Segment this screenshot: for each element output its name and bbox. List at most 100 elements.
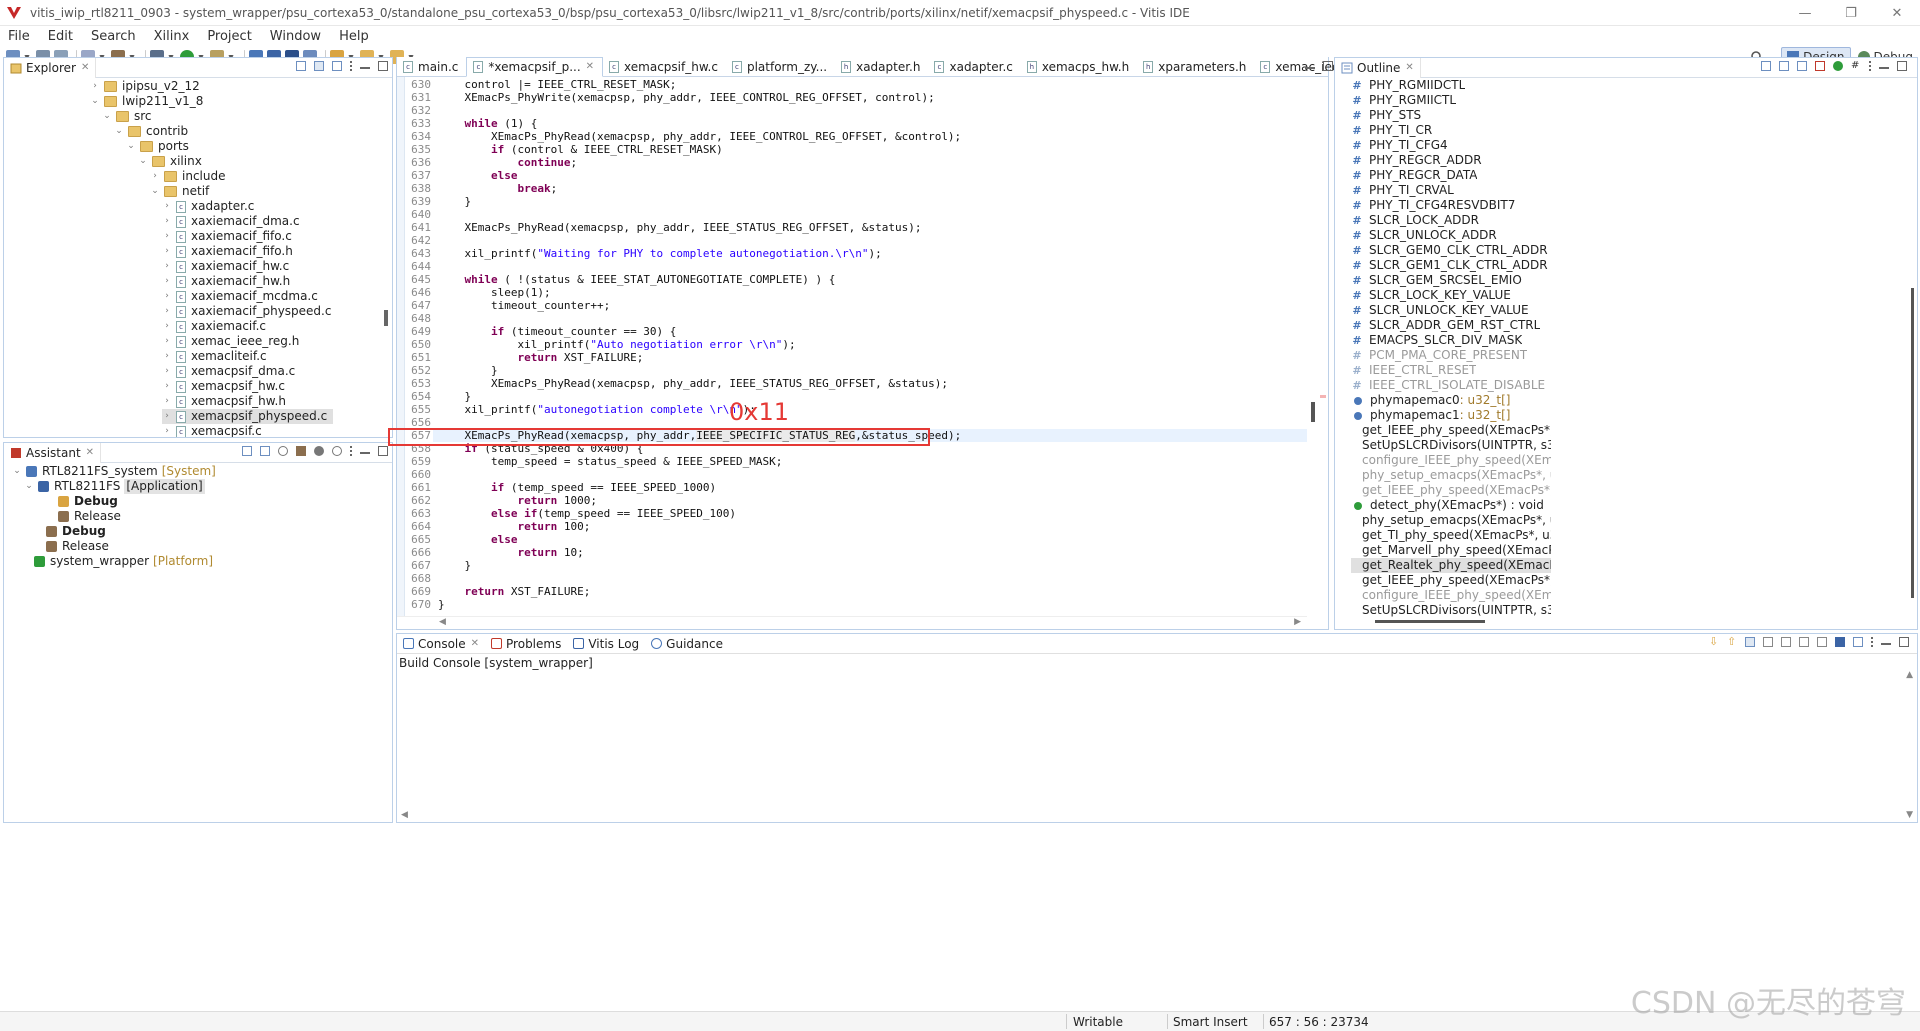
collapse-all-icon[interactable] (1761, 61, 1771, 71)
outline-item[interactable]: SetUpSLCRDivisors(UINTPTR, s32_t) : v (1351, 603, 1551, 618)
tree-toggle-icon[interactable]: › (162, 304, 172, 319)
code-line[interactable]: return 1000; (438, 494, 597, 507)
outline-item[interactable]: # EMACPS_SLCR_DIV_MASK (1351, 333, 1522, 348)
explorer-scrollbar[interactable] (384, 310, 388, 326)
tree-item[interactable]: › c xaxiemacif_hw.h (162, 274, 296, 289)
tree-toggle-icon[interactable]: › (162, 424, 172, 437)
outline-item[interactable]: # SLCR_GEM_SRCSEL_EMIO (1351, 273, 1521, 288)
code-line[interactable]: xil_printf("Auto negotiation error \r\n"… (438, 338, 795, 351)
outline-item[interactable]: phymapemac1 : u32_t[] (1351, 408, 1510, 423)
outline-item[interactable]: # PHY_REGCR_ADDR (1351, 153, 1481, 168)
code-line[interactable]: XEmacPs_PhyRead(xemacpsp, phy_addr, IEEE… (438, 221, 921, 234)
outline-item[interactable]: # IEEE_CTRL_RESET (1351, 363, 1476, 378)
assistant-item[interactable]: Release (44, 509, 121, 524)
outline-item[interactable]: # SLCR_LOCK_ADDR (1351, 213, 1479, 228)
menu-edit[interactable]: Edit (39, 29, 82, 44)
editor-tab[interactable]: c main.c (397, 57, 466, 77)
tab-guidance[interactable]: Guidance (645, 634, 729, 654)
editor-tab[interactable]: c platform_zy... (726, 57, 835, 77)
maximize-icon[interactable] (1899, 637, 1909, 647)
tree-item[interactable]: › c xaxiemacif_fifo.h (162, 244, 299, 259)
outline-item[interactable]: # PCM_PMA_CORE_PRESENT (1351, 348, 1527, 363)
tree-toggle-icon[interactable]: ⌄ (126, 139, 136, 154)
settings-gear-icon[interactable] (278, 446, 288, 456)
outline-item[interactable]: # IEEE_CTRL_ISOLATE_DISABLE (1351, 378, 1545, 393)
link-editor-icon[interactable] (314, 61, 324, 71)
code-line[interactable]: timeout_counter++; (438, 299, 610, 312)
outline-item[interactable]: # PHY_RGMIIDCTL (1351, 78, 1465, 93)
outline-item[interactable]: phy_setup_emacps(XEmacPs*, u32_t) : (1351, 468, 1551, 483)
code-line[interactable]: if (temp_speed == IEEE_SPEED_1000) (438, 481, 716, 494)
clear-console-icon[interactable] (1763, 637, 1773, 647)
code-line[interactable]: xil_printf("autonegotiation complete \r\… (438, 403, 755, 416)
expand-all-icon[interactable] (260, 446, 270, 456)
outline-item[interactable]: # PHY_TI_CFG4 (1351, 138, 1447, 153)
tree-toggle-icon[interactable]: › (162, 274, 172, 289)
tree-toggle-icon[interactable]: ⌄ (102, 109, 112, 124)
scroll-lock-down-icon[interactable]: ⇩ (1709, 636, 1719, 647)
tree-item[interactable]: ⌄ netif (150, 184, 215, 199)
outline-item[interactable]: # SLCR_ADDR_GEM_RST_CTRL (1351, 318, 1540, 333)
code-line[interactable]: XEmacPs_PhyWrite(xemacpsp, phy_addr, IEE… (438, 91, 934, 104)
code-line[interactable]: xil_printf("Waiting for PHY to complete … (438, 247, 881, 260)
minimize-icon[interactable] (1305, 63, 1315, 69)
outline-item[interactable]: get_IEEE_phy_speed(XEmacPs*, u32_t) (1351, 423, 1551, 438)
outline-item[interactable]: get_Realtek_phy_speed(XEmacPs*, u32 (1351, 558, 1551, 573)
filter-icon[interactable] (332, 61, 342, 71)
menu-search[interactable]: Search (82, 29, 145, 44)
code-line[interactable]: else if(temp_speed == IEEE_SPEED_100) (438, 507, 736, 520)
hide-nonpublic-icon[interactable] (1833, 61, 1843, 71)
outline-hscrollbar[interactable] (1375, 620, 1485, 623)
code-line[interactable]: else (438, 533, 518, 546)
console-scroll-up-icon[interactable]: ▲ (1906, 670, 1913, 680)
code-line[interactable]: if (timeout_counter == 30) { (438, 325, 676, 338)
outline-item[interactable]: # PHY_REGCR_DATA (1351, 168, 1477, 183)
hide-macros-icon[interactable]: # (1851, 61, 1861, 71)
assistant-item[interactable]: Debug (44, 494, 118, 509)
code-line[interactable]: } (438, 559, 471, 572)
tree-toggle-icon[interactable]: › (162, 214, 172, 229)
code-editor[interactable]: 630 control |= IEEE_CTRL_RESET_MASK; 631 … (397, 77, 1307, 616)
view-menu-icon[interactable] (350, 446, 352, 456)
tab-explorer[interactable]: Explorer ✕ (4, 57, 97, 78)
code-line[interactable]: } (438, 598, 445, 611)
new-console-icon[interactable] (1853, 637, 1863, 647)
outline-item[interactable]: get_Marvell_phy_speed(XEmacPs*, u32 (1351, 543, 1551, 558)
minimize-icon[interactable] (360, 448, 370, 454)
code-line[interactable]: XEmacPs_PhyRead(xemacpsp, phy_addr, IEEE… (438, 130, 961, 143)
outline-item[interactable]: detect_phy(XEmacPs*) : void (1351, 498, 1544, 513)
close-window-button[interactable]: ✕ (1874, 0, 1920, 26)
build-hammer-icon[interactable] (296, 446, 306, 456)
outline-scrollbar[interactable] (1911, 288, 1914, 598)
tree-toggle-icon[interactable]: ⌄ (114, 124, 124, 139)
tree-item[interactable]: › c xemacpsif.c (162, 424, 268, 437)
tree-item[interactable]: › c xemacpsif_dma.c (162, 364, 301, 379)
tree-item[interactable]: ⌄ lwip211_v1_8 (90, 94, 209, 109)
editor-tab[interactable]: h xparameters.h (1137, 57, 1254, 77)
tree-toggle-icon[interactable]: ⌄ (90, 94, 100, 109)
tree-toggle-icon[interactable]: › (162, 364, 172, 379)
tree-toggle-icon[interactable]: › (162, 334, 172, 349)
tree-toggle-icon[interactable]: › (162, 229, 172, 244)
editor-tab[interactable]: h xemacps_hw.h (1021, 57, 1137, 77)
code-line[interactable]: } (438, 364, 498, 377)
code-line[interactable]: return XST_FAILURE; (438, 351, 643, 364)
editor-tab[interactable]: c xadapter.c (928, 57, 1020, 77)
tree-toggle-icon[interactable]: › (90, 79, 100, 94)
outline-item[interactable]: # PHY_TI_CRVAL (1351, 183, 1453, 198)
minimize-icon[interactable] (360, 63, 370, 69)
display-console-icon[interactable] (1835, 637, 1845, 647)
menu-help[interactable]: Help (330, 29, 378, 44)
view-menu-icon[interactable] (350, 61, 352, 71)
code-line[interactable]: temp_speed = status_speed & IEEE_SPEED_M… (438, 455, 782, 468)
tree-item[interactable]: › c xemacpsif_hw.h (162, 394, 292, 409)
close-icon[interactable]: ✕ (81, 62, 89, 73)
tree-item[interactable]: › c xaxiemacif_fifo.c (162, 229, 298, 244)
assistant-item[interactable]: system_wrapper [Platform] (20, 554, 213, 569)
maximize-icon[interactable] (1323, 61, 1333, 71)
tab-assistant[interactable]: Assistant ✕ (4, 442, 102, 463)
console-scroll-down-icon[interactable]: ▼ (1906, 810, 1913, 820)
outline-item[interactable]: configure_IEEE_phy_speed(XEmacPs*, u (1351, 453, 1551, 468)
scroll-left-icon[interactable]: ◀ (439, 617, 446, 627)
tree-item[interactable]: › c xemacpsif_physpeed.c (162, 409, 334, 424)
